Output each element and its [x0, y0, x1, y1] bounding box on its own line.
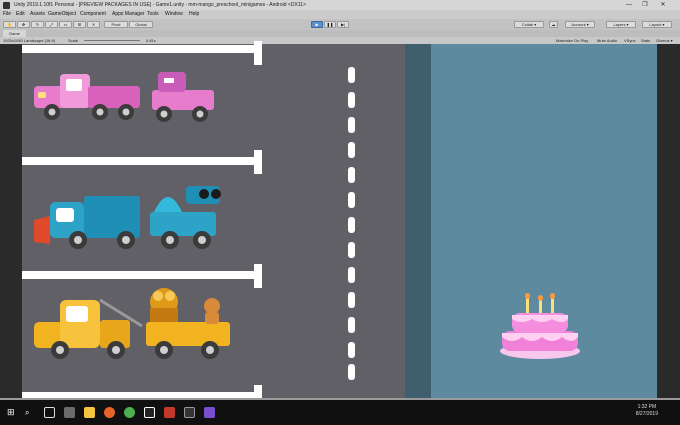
- menu-apps-manager[interactable]: Apps Manager: [112, 10, 145, 19]
- menu-help[interactable]: Help: [189, 10, 199, 19]
- parking-post-1: [254, 41, 262, 65]
- blue-truck[interactable]: [30, 182, 230, 252]
- hand-tool-icon[interactable]: ✋: [3, 21, 16, 28]
- move-tool-icon[interactable]: ✥: [17, 21, 30, 28]
- toolbar: ✋ ✥ ↻ ⤢ ▭ ⊞ ✕ Pivot Global ▶ ❚❚ ▶| Colla…: [0, 19, 680, 30]
- close-button[interactable]: ✕: [656, 0, 670, 10]
- tab-game[interactable]: Game: [3, 30, 26, 37]
- global-toggle[interactable]: Global: [129, 21, 153, 28]
- task-view-icon[interactable]: [44, 407, 55, 418]
- lane-dash: [348, 92, 355, 108]
- lane-dash: [348, 192, 355, 208]
- parking-line-1: [22, 45, 262, 53]
- app-icon[interactable]: [164, 407, 175, 418]
- chrome-icon[interactable]: [124, 407, 135, 418]
- account-dropdown[interactable]: Account ▾: [565, 21, 595, 28]
- pink-truck[interactable]: [30, 66, 220, 126]
- menu-bar: File Edit Assets GameObject Component Ap…: [0, 10, 680, 19]
- lane-dash: [348, 217, 355, 233]
- custom-tool-icon[interactable]: ✕: [87, 21, 100, 28]
- lane-dash: [348, 117, 355, 133]
- file-explorer-icon[interactable]: [84, 407, 95, 418]
- game-view-bar: 1920x1080 Landscape (16:9) Scale 0.81x M…: [0, 37, 680, 44]
- clock-time: 1:32 PM: [637, 404, 657, 410]
- scale-label: Scale: [68, 38, 79, 43]
- window-title: Unity 2019.1.10f1 Personal - [PREVIEW PA…: [14, 2, 306, 8]
- lane-dash: [348, 364, 355, 380]
- maximize-button[interactable]: ❐: [638, 0, 652, 10]
- menu-file[interactable]: File: [3, 10, 11, 19]
- parking-line-2: [22, 157, 262, 165]
- parking-post-3: [254, 264, 262, 288]
- pause-button-icon[interactable]: ❚❚: [324, 21, 336, 28]
- parking-post-2: [254, 150, 262, 174]
- collab-dropdown[interactable]: Collab ▾: [514, 21, 544, 28]
- step-button-icon[interactable]: ▶|: [337, 21, 349, 28]
- lane-dash: [348, 292, 355, 308]
- lane-dash: [348, 142, 355, 158]
- layers-dropdown[interactable]: Layers ▾: [606, 21, 636, 28]
- windows-icon[interactable]: ⊞: [7, 407, 18, 418]
- app-icon[interactable]: [64, 407, 75, 418]
- search-icon[interactable]: ⌕: [25, 407, 36, 418]
- vsync-toggle[interactable]: VSync: [624, 37, 636, 44]
- cloud-icon[interactable]: ☁: [549, 21, 558, 28]
- layout-dropdown[interactable]: Layout ▾: [642, 21, 672, 28]
- window-title-bar: Unity 2019.1.10f1 Personal - [PREVIEW PA…: [0, 0, 680, 10]
- scale-slider[interactable]: [84, 40, 140, 41]
- menu-assets[interactable]: Assets: [30, 10, 45, 19]
- menu-edit[interactable]: Edit: [16, 10, 25, 19]
- lane-dash: [348, 267, 355, 283]
- scale-tool-icon[interactable]: ⤢: [45, 21, 58, 28]
- gizmos-dropdown[interactable]: Gizmos ▾: [656, 37, 673, 44]
- sky-shadow-band: [405, 44, 431, 400]
- transform-tool-icon[interactable]: ⊞: [73, 21, 86, 28]
- game-tab-strip: Game: [0, 30, 680, 37]
- resolution-dropdown[interactable]: 1920x1080 Landscape (16:9): [3, 37, 55, 44]
- letterbox-left: [0, 44, 22, 400]
- lane-dash: [348, 342, 355, 358]
- scale-value: 0.81x: [146, 38, 156, 43]
- menu-component[interactable]: Component: [80, 10, 106, 19]
- menu-gameobject[interactable]: GameObject: [48, 10, 76, 19]
- taskbar: ⊞ ⌕: [0, 400, 680, 425]
- unity-icon[interactable]: [144, 407, 155, 418]
- maximize-on-play-toggle[interactable]: Maximize On Play: [556, 37, 588, 44]
- yellow-tow-truck[interactable]: [30, 286, 235, 361]
- menu-tools[interactable]: Tools: [147, 10, 159, 19]
- letterbox-right: [657, 44, 680, 400]
- lane-dash: [348, 67, 355, 83]
- rect-tool-icon[interactable]: ▭: [59, 21, 72, 28]
- lane-dash: [348, 242, 355, 258]
- unity-logo-icon: [3, 2, 10, 9]
- mute-audio-toggle[interactable]: Mute Audio: [597, 37, 617, 44]
- parking-line-3: [22, 271, 262, 279]
- play-button-icon[interactable]: ▶: [311, 21, 323, 28]
- rotate-tool-icon[interactable]: ↻: [31, 21, 44, 28]
- lane-dash: [348, 317, 355, 333]
- clock-date: 8/27/2019: [635, 411, 658, 417]
- visual-studio-icon[interactable]: [204, 407, 215, 418]
- system-clock[interactable]: 1:32 PM 8/27/2019: [636, 404, 658, 418]
- pivot-toggle[interactable]: Pivot: [104, 21, 128, 28]
- stats-toggle[interactable]: Stats: [641, 37, 650, 44]
- firefox-icon[interactable]: [104, 407, 115, 418]
- birthday-cake[interactable]: [496, 293, 584, 363]
- app-icon[interactable]: [184, 407, 195, 418]
- lane-dash: [348, 167, 355, 183]
- menu-window[interactable]: Window: [165, 10, 183, 19]
- minimize-button[interactable]: —: [622, 0, 636, 10]
